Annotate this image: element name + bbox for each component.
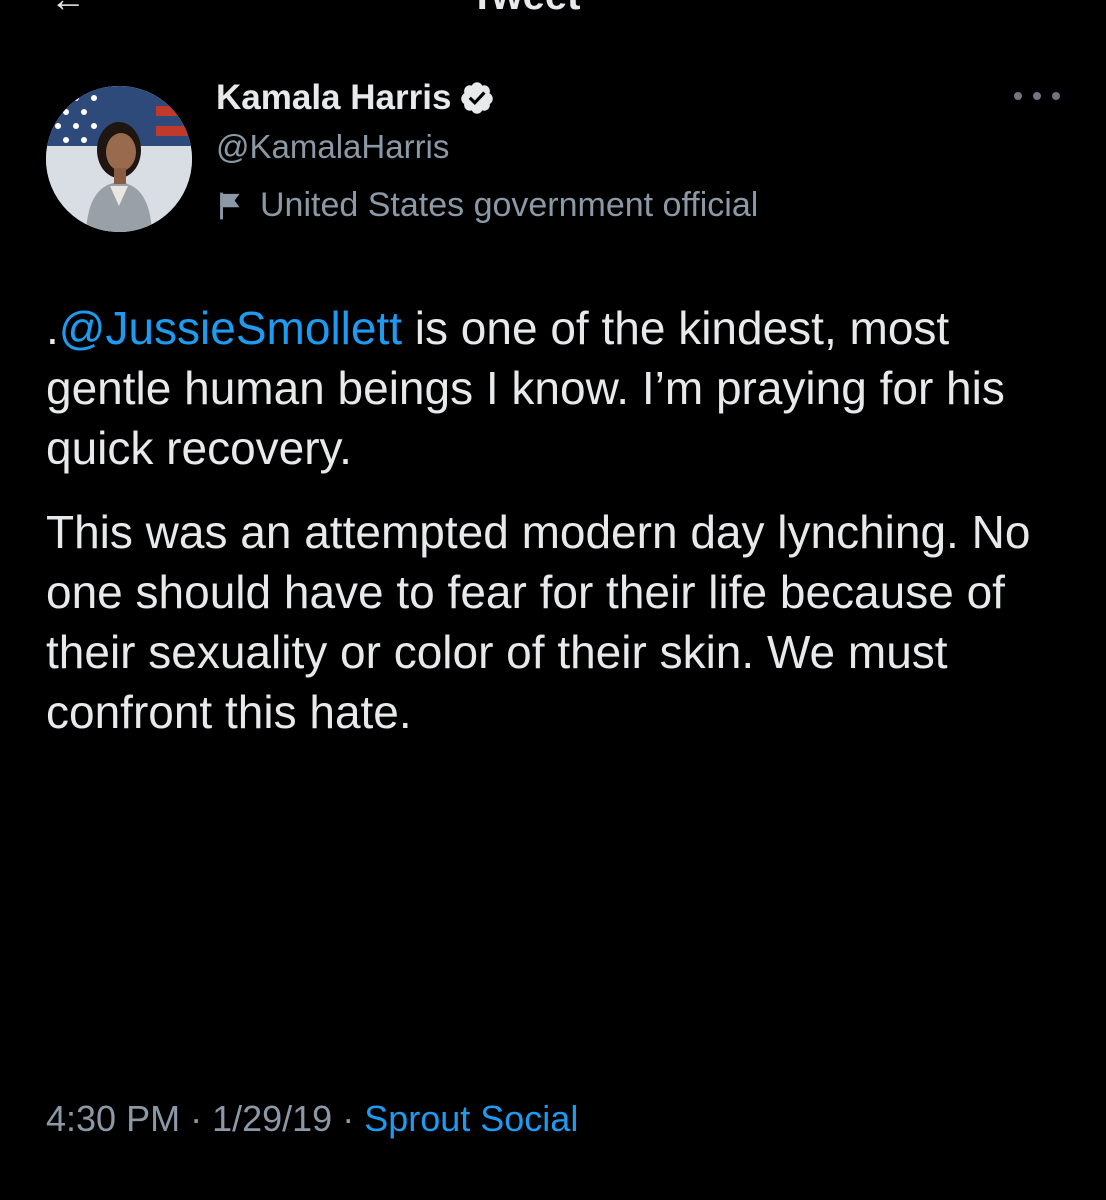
avatar-image (46, 86, 192, 232)
author-handle[interactable]: @KamalaHarris (216, 128, 449, 166)
more-options-icon[interactable] (1014, 84, 1060, 108)
verified-badge-icon (461, 82, 494, 114)
mention-link[interactable]: @JussieSmollett (59, 302, 402, 354)
tweet-source-link[interactable]: Sprout Social (364, 1098, 578, 1139)
government-label[interactable]: United States government official (216, 186, 758, 225)
back-arrow-icon[interactable]: ← (50, 0, 86, 14)
author-name-line[interactable]: Kamala Harris (216, 76, 495, 120)
tweet-date[interactable]: 1/29/19 (212, 1098, 332, 1139)
meta-separator: · (190, 1098, 203, 1139)
tweet-time[interactable]: 4:30 PM (46, 1098, 180, 1139)
government-label-text: United States government official (260, 186, 759, 224)
meta-separator: · (342, 1098, 355, 1139)
flag-icon (220, 192, 240, 219)
tweet-prefix: . (46, 302, 59, 354)
header-title: Tweet (470, 0, 580, 14)
tweet-paragraph-1: .@JussieSmollett is one of the kindest, … (46, 298, 1066, 478)
tweet-header: Kamala Harris @KamalaHarris United State… (46, 76, 1060, 232)
tweet-meta: 4:30 PM · 1/29/19 · Sprout Social (46, 1098, 578, 1140)
tweet-text: .@JussieSmollett is one of the kindest, … (46, 298, 1066, 742)
avatar[interactable] (46, 86, 192, 232)
tweet-paragraph-2: This was an attempted modern day lynchin… (46, 506, 1031, 738)
top-bar-partial: ← Tweet (0, 0, 1106, 14)
author-name[interactable]: Kamala Harris (216, 78, 451, 118)
